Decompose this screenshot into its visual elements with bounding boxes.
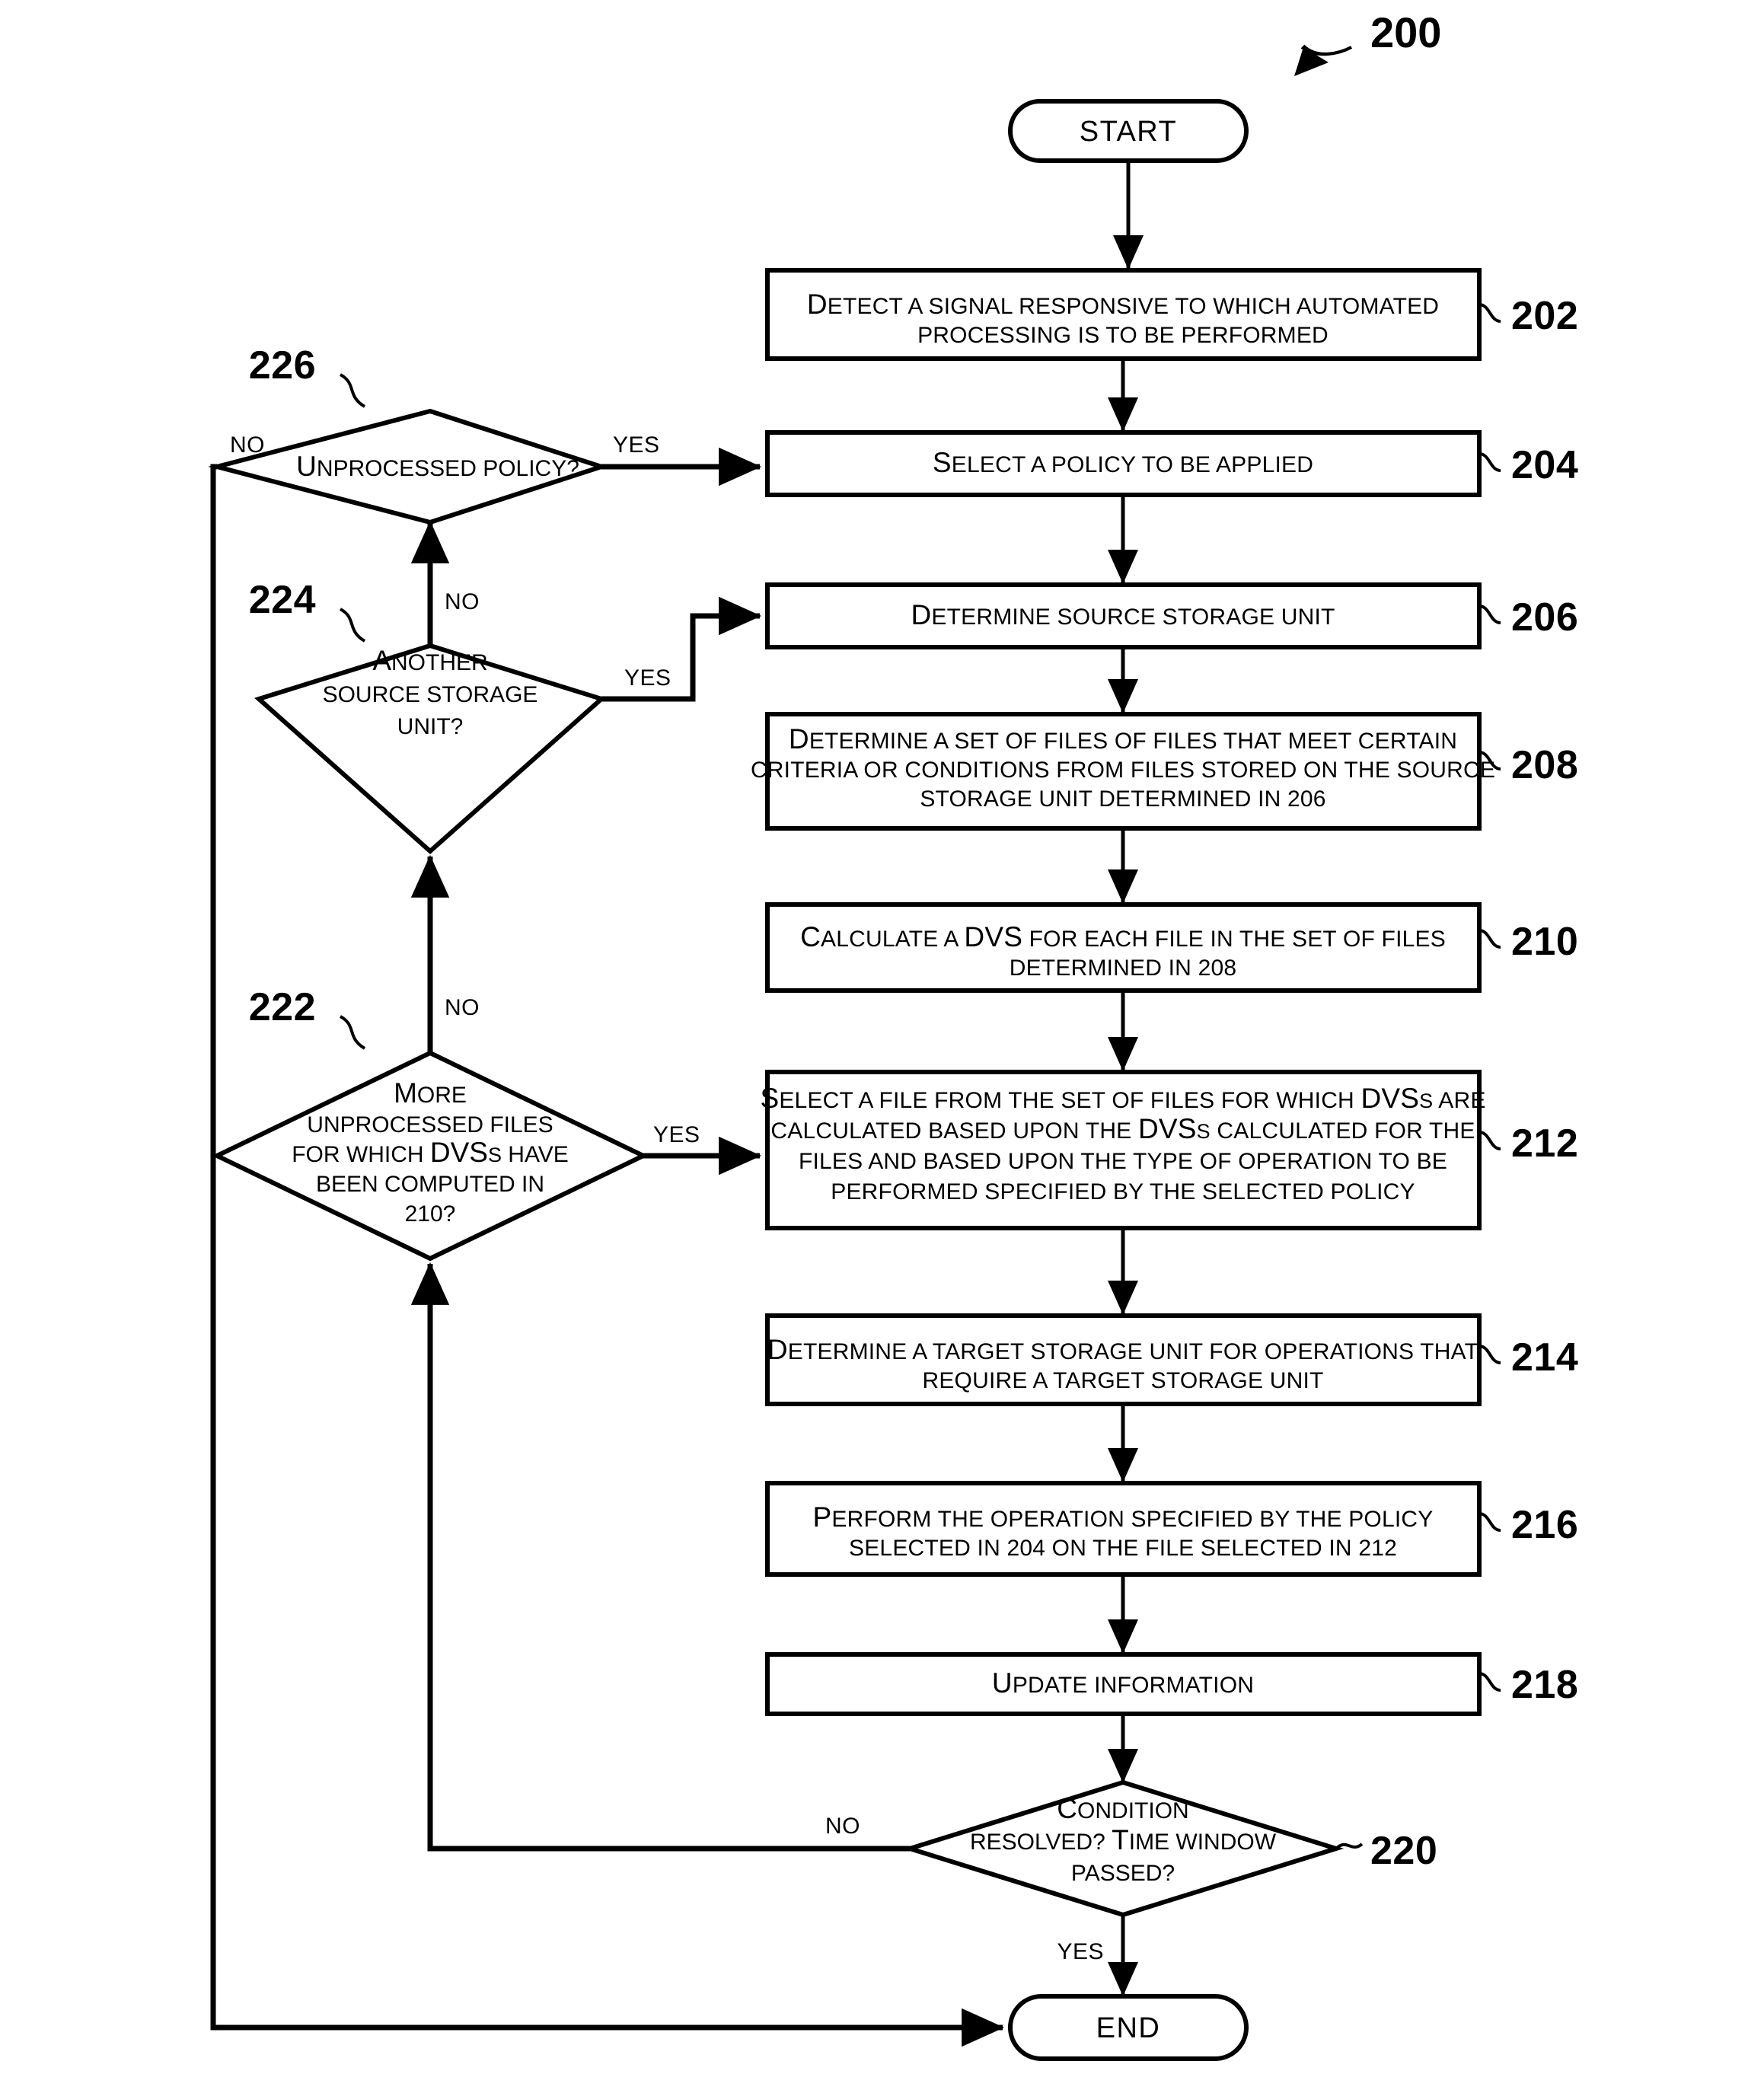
edge-label-224-yes: YES	[624, 665, 671, 691]
node-208-line-2: CRITERIA OR CONDITIONS FROM FILES STORED…	[751, 758, 1495, 783]
node-226-ref: 226	[249, 343, 316, 388]
node-210-line-1: CALCULATE A DVS FOR EACH FILE IN THE SET…	[800, 921, 1446, 952]
node-216-line-2: SELECTED IN 204 ON THE FILE SELECTED IN …	[849, 1536, 1397, 1561]
node-208-ref: 208	[1511, 743, 1578, 787]
node-202-leader	[1479, 303, 1501, 323]
node-210-line-2: DETERMINED IN 208	[1010, 956, 1236, 981]
edge-label-220-no: NO	[825, 1814, 860, 1839]
node-end-label: END	[1096, 2012, 1161, 2044]
node-224	[254, 643, 606, 855]
node-start-label: START	[1080, 116, 1178, 148]
node-204-leader	[1479, 452, 1501, 472]
node-226-leader	[339, 373, 366, 408]
node-214-line-1: DETERMINE A TARGET STORAGE UNIT FOR OPER…	[767, 1334, 1479, 1365]
node-216-leader	[1479, 1512, 1501, 1532]
node-214-leader	[1479, 1345, 1501, 1364]
node-222-line-2: UNPROCESSED FILES	[307, 1112, 553, 1137]
figure-reference-number: 200	[1370, 8, 1441, 56]
node-218-leader	[1479, 1672, 1501, 1692]
node-226-line-1: UNPROCESSED POLICY?	[296, 451, 579, 482]
node-208-line-1: DETERMINE A SET OF FILES OF FILES THAT M…	[789, 723, 1457, 755]
node-224-line-2: SOURCE STORAGE	[323, 682, 538, 707]
node-222-ref: 222	[249, 985, 316, 1029]
node-210-ref: 210	[1511, 920, 1578, 964]
node-224-line-3: UNIT?	[397, 714, 464, 739]
node-224-ref: 224	[249, 578, 316, 622]
node-212-leader	[1479, 1131, 1501, 1150]
node-218-ref: 218	[1511, 1663, 1578, 1707]
node-206-ref: 206	[1511, 595, 1578, 640]
node-218-line-1: UPDATE INFORMATION	[992, 1667, 1254, 1699]
node-222-line-1: MORE	[394, 1077, 467, 1109]
figure-reference-callout	[1294, 44, 1352, 76]
node-224-line-1: ANOTHER	[372, 645, 487, 676]
node-202-line-2: PROCESSING IS TO BE PERFORMED	[917, 323, 1329, 348]
node-204-ref: 204	[1511, 443, 1578, 487]
edge-label-226-no: NO	[230, 432, 265, 458]
edge-label-222-no: NO	[445, 995, 480, 1020]
edge-label-224-no: NO	[445, 589, 480, 614]
node-202-line-1: DETECT A SIGNAL RESPONSIVE TO WHICH AUTO…	[807, 289, 1439, 320]
node-204-line-1: SELECT A POLICY TO BE APPLIED	[933, 447, 1313, 478]
edge-label-226-yes: YES	[613, 432, 660, 458]
node-224-leader	[339, 608, 366, 643]
node-214-ref: 214	[1511, 1335, 1578, 1380]
node-210-leader	[1479, 929, 1501, 949]
node-212-line-2: CALCULATED BASED UPON THE DVSS CALCULATE…	[770, 1113, 1475, 1144]
node-202-ref: 202	[1511, 294, 1578, 338]
node-222-line-3: FOR WHICH DVSS HAVE	[292, 1137, 569, 1168]
node-216-ref: 216	[1511, 1503, 1578, 1547]
node-220-line-2: RESOLVED? TIME WINDOW	[970, 1824, 1277, 1855]
node-212-line-4: PERFORMED SPECIFIED BY THE SELECTED POLI…	[831, 1179, 1415, 1204]
node-220-line-1: CONDITION	[1057, 1793, 1188, 1824]
node-206-leader	[1479, 605, 1501, 624]
node-220-line-3: PASSED?	[1071, 1861, 1175, 1886]
edge-label-222-yes: YES	[653, 1122, 700, 1147]
node-214-line-2: REQUIRE A TARGET STORAGE UNIT	[922, 1368, 1323, 1393]
node-216-line-1: PERFORM THE OPERATION SPECIFIED BY THE P…	[813, 1501, 1434, 1533]
edge-label-220-yes: YES	[1057, 1939, 1104, 1964]
node-212-line-1: SELECT A FILE FROM THE SET OF FILES FOR …	[760, 1083, 1485, 1114]
node-222-line-4: BEEN COMPUTED IN	[316, 1172, 544, 1197]
node-220-ref: 220	[1370, 1829, 1437, 1873]
node-206-line-1: DETERMINE SOURCE STORAGE UNIT	[911, 599, 1335, 630]
node-208-line-3: STORAGE UNIT DETERMINED IN 206	[920, 786, 1325, 812]
node-222-leader	[339, 1015, 366, 1050]
node-222-line-5: 210?	[405, 1201, 456, 1227]
node-212-line-3: FILES AND BASED UPON THE TYPE OF OPERATI…	[799, 1149, 1447, 1174]
node-212-ref: 212	[1511, 1121, 1578, 1166]
flowchart-diagram: 200 START DETECT A SIGNAL RESPONSIVE TO …	[208, 8, 1578, 2061]
figure-canvas: 200 START DETECT A SIGNAL RESPONSIVE TO …	[0, 0, 1764, 2077]
